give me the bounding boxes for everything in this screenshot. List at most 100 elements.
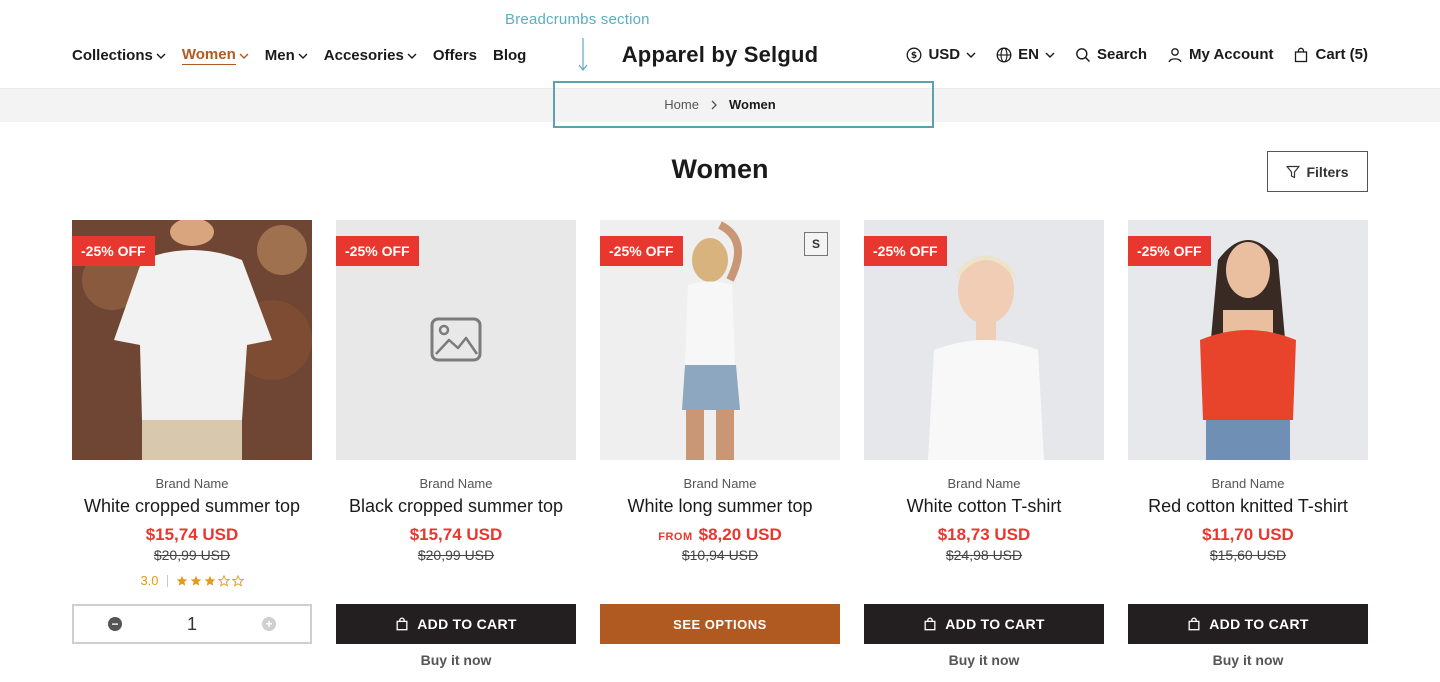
discount-badge: -25% OFF: [600, 236, 683, 266]
price-prefix: FROM: [658, 531, 693, 543]
product-image[interactable]: -25% OFF: [1128, 220, 1368, 460]
cart-link[interactable]: Cart (5): [1293, 46, 1368, 63]
star-outline-icon: [217, 574, 230, 587]
product-name[interactable]: Black cropped summer top: [336, 496, 576, 517]
size-chip[interactable]: S: [804, 232, 828, 256]
nav-offers[interactable]: Offers: [433, 46, 477, 65]
search-icon: [1076, 47, 1091, 62]
nav-label: Men: [264, 47, 295, 64]
nav-accesories[interactable]: Accesories: [324, 46, 417, 65]
product-name[interactable]: White cotton T-shirt: [864, 496, 1104, 517]
dollar-circle-icon: $: [907, 47, 922, 62]
product-price: $15,74 USD: [409, 525, 503, 544]
store-logo[interactable]: Apparel by Selgud: [560, 42, 880, 68]
rating-value: 3.0: [140, 573, 159, 588]
nav-label: Collections: [72, 47, 153, 64]
product-card: -25% OFF Brand Name Red cotton knitted T…: [1128, 220, 1368, 668]
discount-badge: -25% OFF: [336, 236, 419, 266]
product-brand: Brand Name: [683, 476, 757, 491]
product-old-price: $15,60 USD: [1209, 547, 1287, 563]
add-to-cart-label: ADD TO CART: [1209, 616, 1309, 632]
header-utilities: $ USD EN Search My Account Cart (5): [906, 46, 1368, 63]
chevron-down-icon: [156, 53, 166, 59]
bag-icon: [396, 617, 408, 631]
nav-men[interactable]: Men: [265, 46, 308, 65]
account-label: My Account: [1189, 46, 1274, 63]
star-icon: [190, 575, 201, 586]
add-to-cart-button[interactable]: ADD TO CART: [864, 604, 1104, 644]
currency-selector[interactable]: $ USD: [906, 46, 976, 63]
buy-now-link[interactable]: Buy it now: [1128, 652, 1368, 668]
bag-icon: [924, 617, 936, 631]
account-link[interactable]: My Account: [1167, 46, 1273, 63]
add-to-cart-button[interactable]: ADD TO CART: [1128, 604, 1368, 644]
buy-now-link[interactable]: Buy it now: [336, 652, 576, 668]
chevron-down-icon: [298, 53, 308, 59]
rating-divider: [166, 574, 168, 587]
see-options-button[interactable]: SEE OPTIONS: [600, 604, 840, 644]
chevron-down-icon: [1045, 52, 1055, 58]
add-to-cart-label: ADD TO CART: [945, 616, 1045, 632]
product-old-price: $24,98 USD: [945, 547, 1023, 563]
product-price: $18,73 USD: [937, 525, 1031, 544]
nav-label: Accesories: [323, 47, 404, 64]
product-name[interactable]: White cropped summer top: [72, 496, 312, 517]
product-price: $8,20 USD: [698, 525, 782, 544]
product-price-row: FROM $8,20 USD: [600, 525, 840, 545]
product-price: $15,74 USD: [145, 525, 239, 544]
product-brand: Brand Name: [419, 476, 493, 491]
svg-text:$: $: [911, 51, 917, 61]
language-label: EN: [1018, 46, 1039, 63]
filters-label: Filters: [1306, 163, 1349, 180]
site-header: Collections Women Men Accesories Offers …: [0, 0, 1440, 88]
nav-women[interactable]: Women: [181, 46, 249, 65]
search-label: Search: [1096, 46, 1148, 63]
product-name[interactable]: White long summer top: [600, 496, 840, 517]
quantity-increase-button[interactable]: +: [261, 617, 276, 631]
discount-badge: -25% OFF: [864, 236, 947, 266]
main-nav: Collections Women Men Accesories Offers …: [72, 46, 526, 65]
product-old-price: $20,99 USD: [153, 547, 231, 563]
product-brand: Brand Name: [947, 476, 1021, 491]
product-image[interactable]: -25% OFF: [864, 220, 1104, 460]
chevron-down-icon: [239, 53, 249, 59]
search-link[interactable]: Search: [1075, 46, 1147, 63]
product-card: -25% OFF S Brand Name White long summer …: [600, 220, 840, 644]
product-grid: -25% OFF Brand Name White cropped summer…: [72, 220, 1368, 668]
product-brand: Brand Name: [155, 476, 229, 491]
chevron-down-icon: [966, 52, 976, 58]
nav-collections[interactable]: Collections: [72, 46, 166, 65]
product-old-price: $10,94 USD: [681, 547, 759, 563]
nav-label: Offers: [432, 47, 478, 64]
nav-label: Women: [181, 46, 236, 65]
product-image[interactable]: -25% OFF: [72, 220, 312, 460]
add-to-cart-label: ADD TO CART: [417, 616, 517, 632]
add-to-cart-button[interactable]: ADD TO CART: [336, 604, 576, 644]
nav-label: Blog: [493, 47, 527, 64]
filter-icon: [1286, 165, 1301, 178]
product-card: -25% OFF Brand Name White cropped summer…: [72, 220, 312, 644]
currency-label: USD: [928, 46, 961, 63]
annotation-highlight-box: [553, 81, 934, 128]
bag-icon: [1295, 47, 1308, 62]
rating-stars: [176, 574, 244, 587]
globe-icon: [996, 47, 1012, 62]
quantity-stepper: − 1 +: [72, 604, 312, 644]
quantity-decrease-button[interactable]: −: [108, 617, 122, 631]
filters-button[interactable]: Filters: [1267, 151, 1368, 192]
star-icon: [204, 575, 215, 586]
quantity-value[interactable]: 1: [187, 614, 197, 635]
product-image[interactable]: -25% OFF: [336, 220, 576, 460]
product-rating: 3.0: [72, 573, 312, 588]
product-card: -25% OFF Brand Name White cotton T-shirt…: [864, 220, 1104, 668]
product-name[interactable]: Red cotton knitted T-shirt: [1128, 496, 1368, 517]
star-outline-icon: [231, 574, 244, 587]
product-old-price: $20,99 USD: [417, 547, 495, 563]
product-card: -25% OFF Brand Name Black cropped summer…: [336, 220, 576, 668]
product-brand: Brand Name: [1211, 476, 1285, 491]
language-selector[interactable]: EN: [996, 46, 1055, 63]
product-image[interactable]: -25% OFF S: [600, 220, 840, 460]
product-price: $11,70 USD: [1202, 525, 1294, 544]
nav-blog[interactable]: Blog: [493, 46, 526, 65]
buy-now-link[interactable]: Buy it now: [864, 652, 1104, 668]
